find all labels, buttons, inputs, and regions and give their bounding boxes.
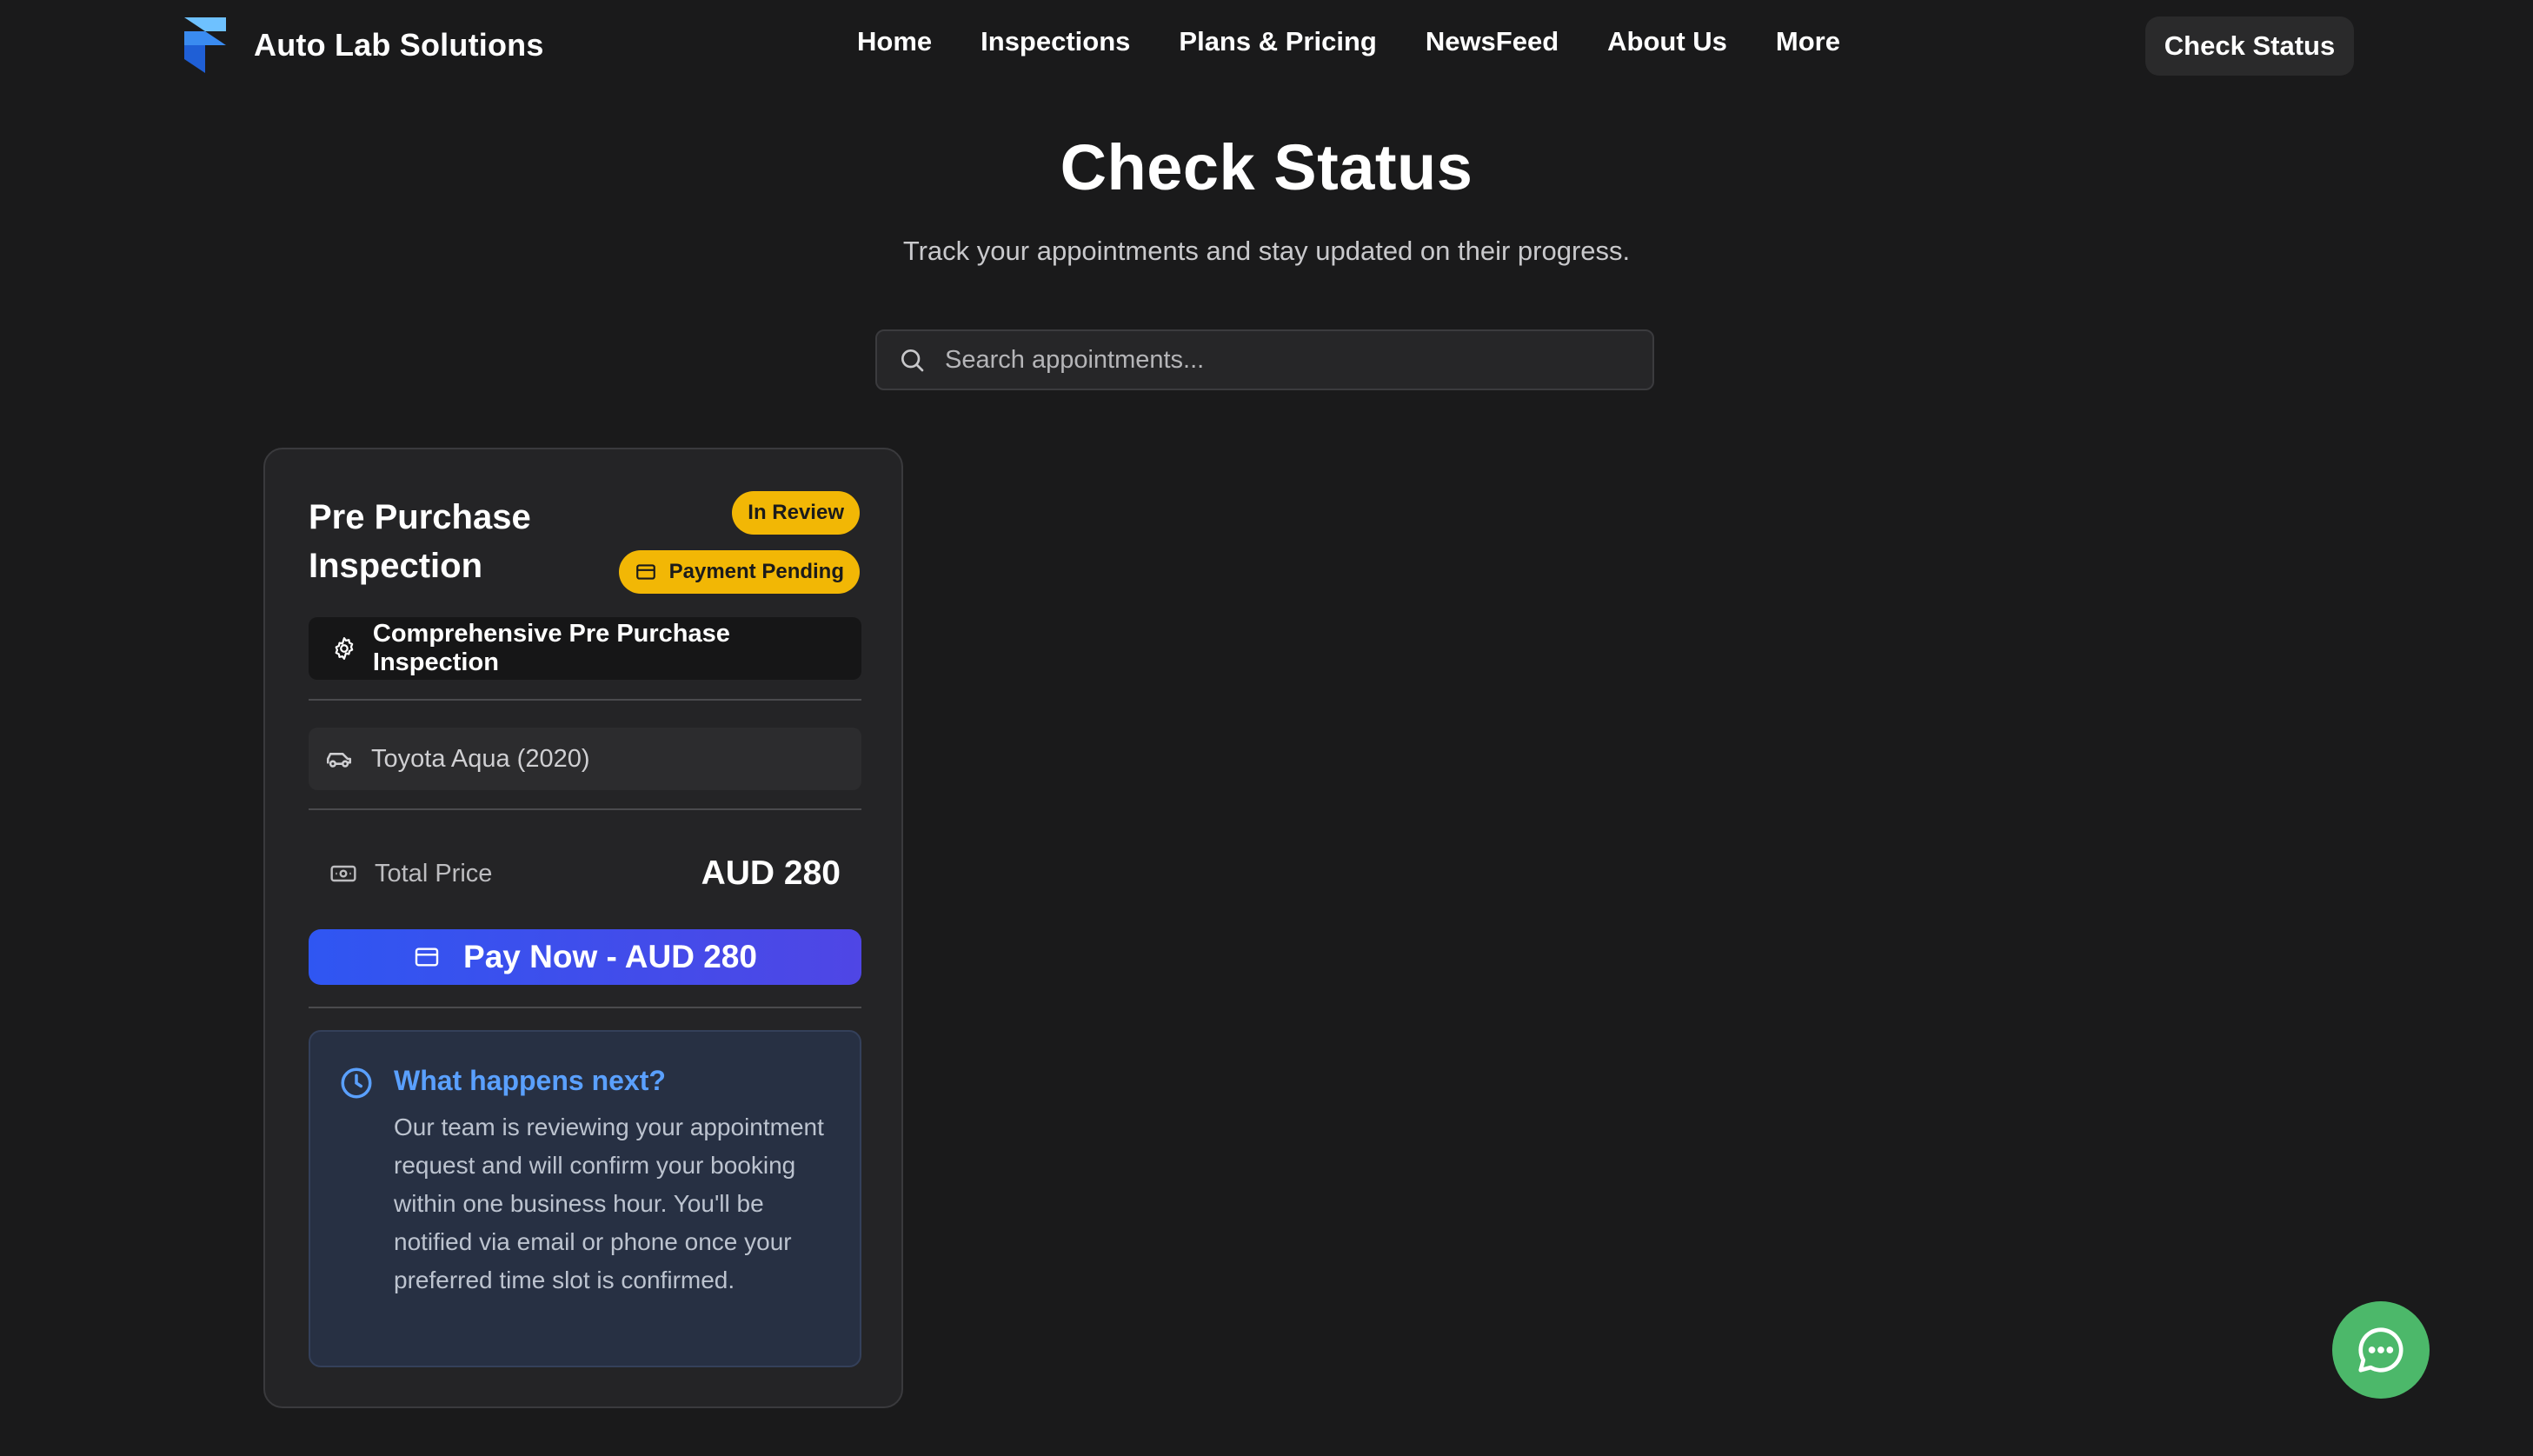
search-icon — [901, 349, 924, 372]
chat-button[interactable] — [2332, 1301, 2430, 1399]
brand[interactable]: Auto Lab Solutions — [184, 17, 544, 73]
credit-card-icon — [635, 564, 655, 580]
chat-bubble-icon — [2358, 1327, 2403, 1373]
nav-inspections[interactable]: Inspections — [981, 26, 1130, 57]
clock-icon — [341, 1067, 372, 1099]
price-row: Total Price AUD 280 — [309, 849, 861, 898]
nav-more[interactable]: More — [1776, 26, 1840, 57]
framer-logo-icon — [184, 17, 226, 73]
price-label: Total Price — [375, 859, 493, 888]
brand-name: Auto Lab Solutions — [254, 27, 544, 63]
pay-now-button[interactable]: Pay Now - AUD 280 — [309, 929, 861, 985]
gear-icon — [335, 637, 354, 660]
service-name: Comprehensive Pre Purchase Inspection — [372, 620, 730, 676]
next-steps-text: Our team is reviewing your appointment r… — [394, 1114, 824, 1293]
credit-card-icon — [415, 947, 439, 967]
payment-badge: Payment Pending — [618, 550, 860, 594]
divider — [309, 699, 861, 701]
divider — [309, 1007, 861, 1008]
check-status-button[interactable]: Check Status — [2145, 17, 2354, 76]
status-badge: In Review — [732, 491, 860, 535]
status-badge-label: In Review — [748, 501, 844, 524]
price-value: AUD 280 — [701, 854, 841, 892]
next-steps-panel: What happens next? Our team is reviewing… — [309, 1030, 861, 1367]
pay-now-label: Pay Now - AUD 280 — [463, 939, 757, 974]
divider — [309, 808, 861, 810]
search-input[interactable] — [943, 344, 1652, 376]
banknote-icon — [330, 865, 356, 882]
nav-home[interactable]: Home — [857, 26, 932, 57]
car-icon — [326, 753, 352, 768]
payment-badge-label: Payment Pending — [668, 560, 844, 583]
vehicle-name: Toyota Aqua (2020) — [371, 744, 590, 773]
search-bar — [875, 329, 1654, 390]
nav-about-us[interactable]: About Us — [1607, 26, 1727, 57]
vehicle-row: Toyota Aqua (2020) — [309, 728, 861, 790]
main-nav: Home Inspections Plans & Pricing NewsFee… — [857, 26, 1840, 57]
nav-plans-pricing[interactable]: Plans & Pricing — [1179, 26, 1376, 57]
appointment-card: Pre Purchase Inspection In Review Paymen… — [263, 448, 903, 1408]
next-steps-title: What happens next? — [394, 1065, 666, 1096]
nav-newsfeed[interactable]: NewsFeed — [1426, 26, 1559, 57]
service-row: Comprehensive Pre Purchase Inspection — [309, 617, 861, 680]
top-navigation: Auto Lab Solutions Home Inspections Plan… — [0, 0, 2533, 94]
appointment-title: Pre Purchase Inspection — [309, 498, 531, 585]
page-subtitle: Track your appointments and stay updated… — [902, 236, 1631, 266]
page-title: Check Status — [1060, 131, 1473, 203]
